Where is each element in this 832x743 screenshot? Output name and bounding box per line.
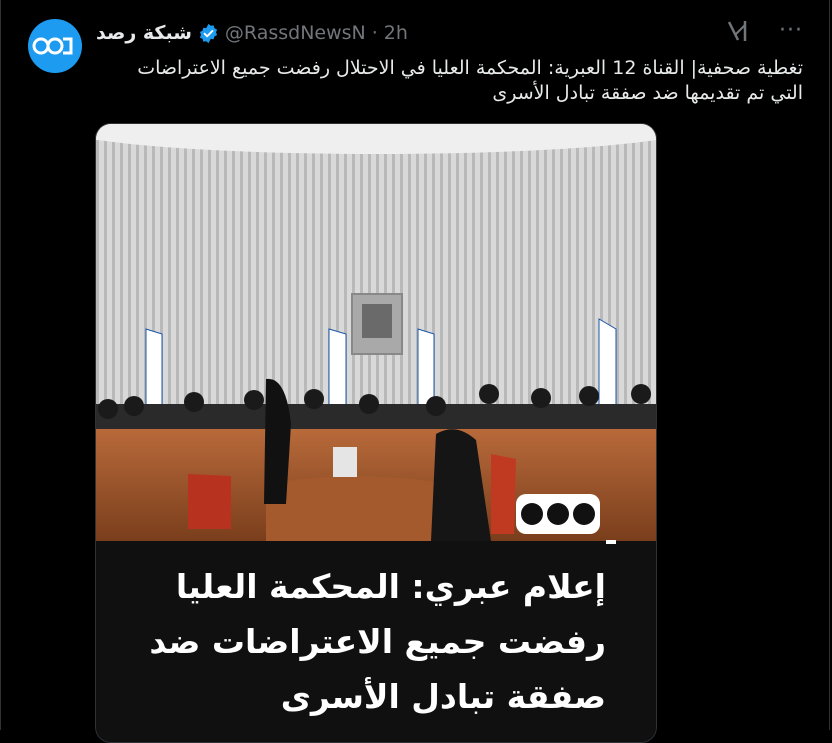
tweet-container: شبكة رصد @RassdNewsN · 2h ··· تغطية صحفي… (0, 0, 830, 743)
tweet-media[interactable]: إعلام عبري: المحكمة العليا رفضت جميع الا… (95, 123, 657, 743)
more-options-icon[interactable]: ··· (779, 20, 803, 42)
verified-badge-icon (199, 23, 217, 43)
tweet-actions-top: ··· (725, 18, 803, 44)
separator-dot: · (371, 22, 378, 44)
user-handle[interactable]: @RassdNewsN (225, 22, 366, 44)
avatar[interactable] (28, 19, 82, 73)
tweet-header: شبكة رصد @RassdNewsN · 2h (96, 20, 408, 46)
divider-mark (606, 540, 616, 544)
rassd-watermark-logo (516, 494, 600, 534)
media-overlay-title: إعلام عبري: المحكمة العليا رفضت جميع الا… (149, 567, 606, 716)
tweet-text: تغطية صحفية| القناة 12 العبرية: المحكمة … (137, 57, 803, 104)
display-name[interactable]: شبكة رصد (96, 22, 192, 44)
tweet-time[interactable]: 2h (384, 22, 408, 44)
rassd-logo-icon (32, 37, 73, 55)
grok-icon[interactable] (725, 18, 751, 44)
courtroom-photo (96, 124, 656, 541)
